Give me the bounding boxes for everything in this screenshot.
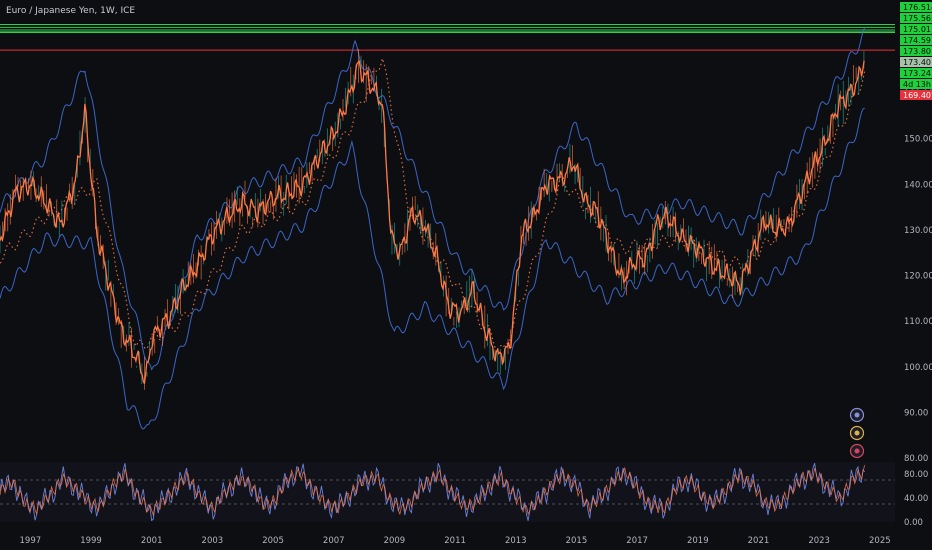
x-tick-label: 2005: [262, 536, 284, 546]
price-series: [0, 60, 865, 384]
price-tag-label: 173.247: [903, 69, 932, 78]
lightning-icon[interactable]: [849, 407, 865, 423]
x-tick-label: 2025: [869, 536, 891, 546]
x-tick-label: 2021: [748, 536, 770, 546]
moving-average-line: [0, 56, 866, 351]
flag-badge-icon-dot: [854, 448, 860, 454]
tool-icons: [849, 407, 865, 459]
y-tick-label: 120.00: [904, 272, 932, 282]
price-tags: 176.514 175.565 175.01 174.59 173.80 173.40 17…: [900, 2, 932, 100]
price-tag-label: 173.80: [903, 47, 931, 56]
x-tick-label: 2019: [687, 536, 709, 546]
x-tick-label: 2015: [566, 536, 588, 546]
bollinger-bands: [0, 27, 866, 430]
y-tick-label: 80.00: [904, 454, 928, 464]
horizontal-level-lines: [0, 24, 895, 51]
rsi-tick-label: 80.00: [904, 470, 928, 480]
alert-badge-icon[interactable]: [849, 425, 865, 441]
rsi-tick-label: 40.00: [904, 494, 928, 504]
lightning-icon-dot: [854, 412, 860, 418]
x-tick-label: 2009: [384, 536, 406, 546]
x-tick-label: 2007: [323, 536, 345, 546]
x-tick-label: 2001: [141, 536, 163, 546]
time-axis-background: [0, 527, 932, 550]
price-tag-label: 176.514: [903, 3, 932, 12]
price-tag-label: 169.407: [903, 91, 932, 100]
y-tick-label: 110.00: [904, 317, 932, 327]
price-tag-label: 175.01: [903, 25, 931, 34]
price-tag-label: 4d 13h: [903, 80, 931, 89]
x-tick-label: 2023: [808, 536, 830, 546]
rsi-tick-label: 0.00: [904, 518, 923, 528]
x-tick-label: 2011: [444, 536, 466, 546]
x-tick-label: 2003: [202, 536, 224, 546]
flag-badge-icon[interactable]: [849, 443, 865, 459]
band-line: [0, 27, 866, 371]
price-axis: 80.0040.000.00160.00150.00140.00130.0012…: [904, 89, 932, 528]
time-axis: 1997 1999 2001 2003 2005 2007 2009 2011 2013 2015…: [0, 527, 932, 550]
price-chart[interactable]: 80.0040.000.00160.00150.00140.00130.0012…: [0, 0, 932, 550]
y-tick-label: 140.00: [904, 180, 932, 190]
y-tick-label: 150.00: [904, 135, 932, 145]
x-tick-label: 1997: [20, 536, 42, 546]
x-tick-label: 2017: [626, 536, 648, 546]
y-tick-label: 90.00: [904, 408, 928, 418]
alert-badge-icon-dot: [854, 430, 860, 436]
price-tag-label: 173.40: [903, 58, 931, 67]
price-tag-label: 174.59: [903, 36, 931, 45]
price-line: [0, 60, 865, 384]
band-line: [0, 107, 865, 430]
price-tag-label: 175.565: [903, 14, 932, 23]
y-tick-label: 100.00: [904, 363, 932, 373]
x-tick-label: 2013: [505, 536, 527, 546]
y-tick-label: 130.00: [904, 226, 932, 236]
x-tick-label: 1999: [80, 536, 102, 546]
